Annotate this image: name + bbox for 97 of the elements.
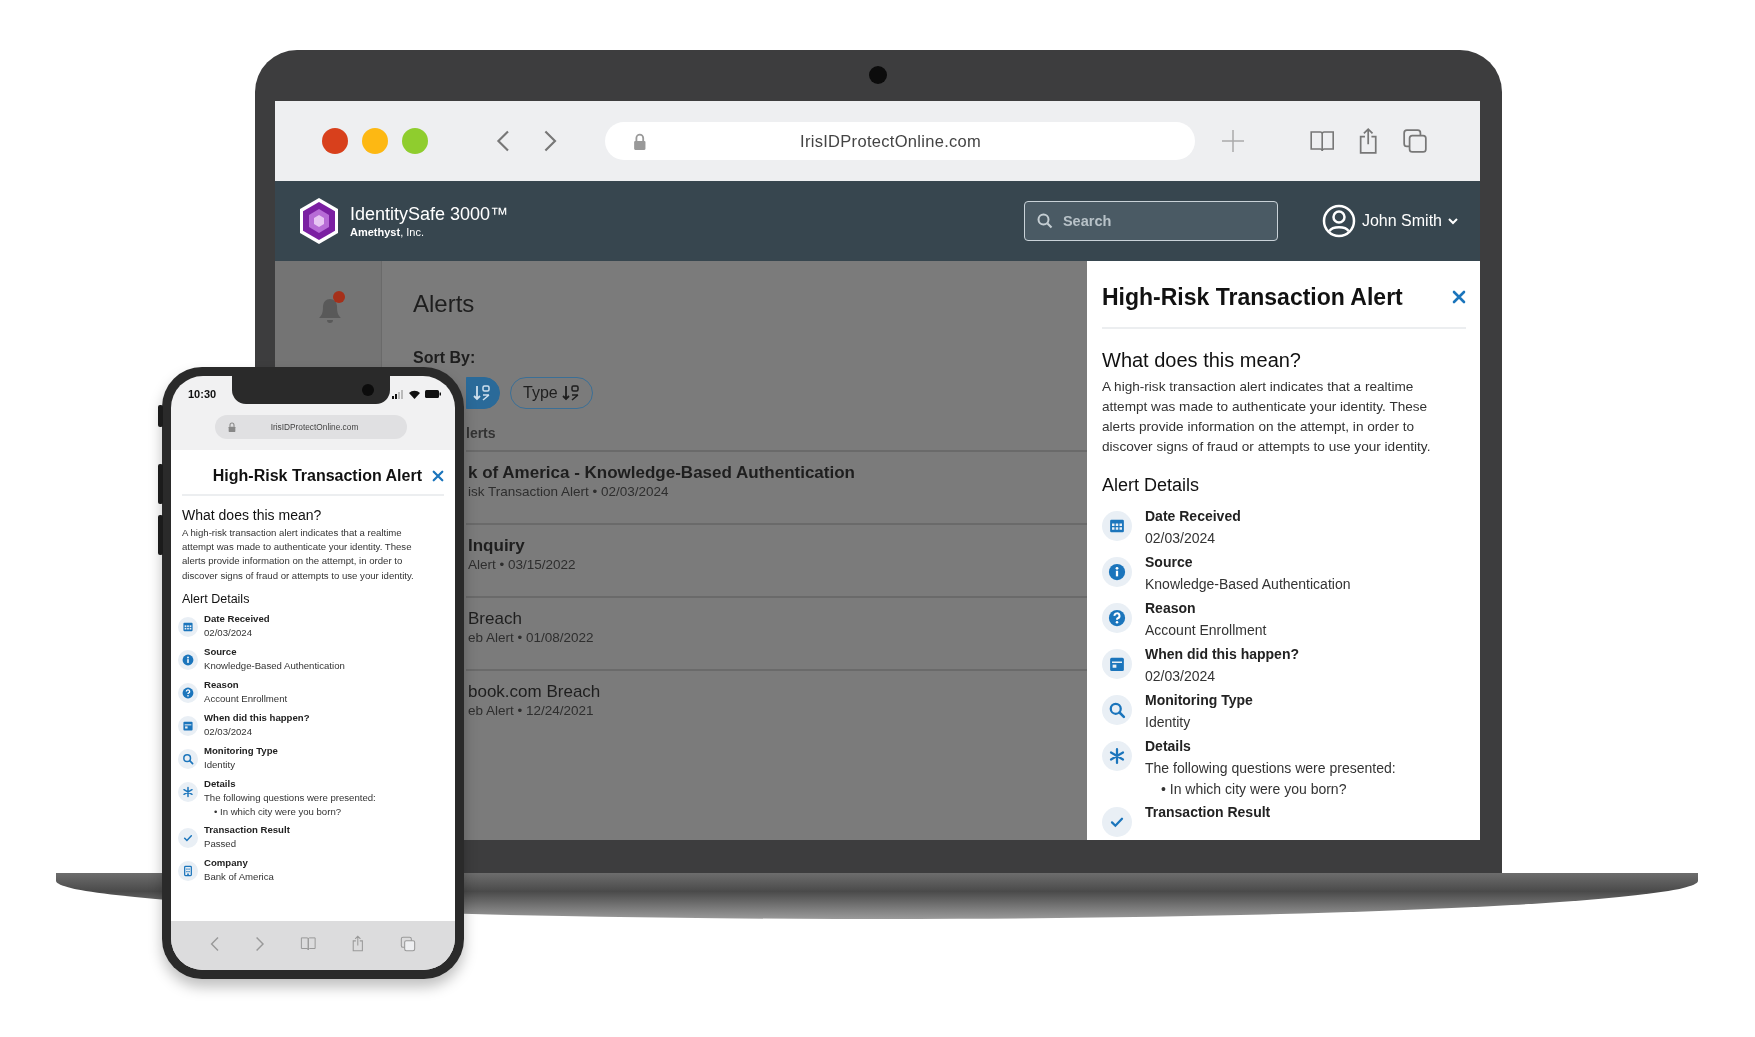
alert-subtitle: Alert • 03/15/2022 bbox=[468, 557, 577, 573]
calendar-icon bbox=[178, 616, 198, 637]
bullet-item: • In which city were you born? bbox=[213, 804, 343, 818]
address-bar[interactable]: IrisIDProtectOnline.com bbox=[604, 122, 1195, 160]
detail-label: Details bbox=[1145, 737, 1192, 756]
checkmark-icon bbox=[178, 827, 198, 848]
section-heading: What does this mean? bbox=[1102, 348, 1302, 373]
signal-icon bbox=[392, 389, 404, 399]
detail-label: Source bbox=[1145, 553, 1194, 572]
detail-value: Identity bbox=[204, 757, 236, 772]
search-icon bbox=[178, 748, 198, 769]
status-time: 10:30 bbox=[188, 388, 217, 400]
search-field[interactable]: Search bbox=[1023, 201, 1278, 241]
detail-value: 02/03/2024 bbox=[204, 625, 253, 640]
tabs-icon[interactable] bbox=[399, 935, 416, 952]
sort-button[interactable] bbox=[466, 377, 500, 409]
page-title: Alerts bbox=[413, 289, 476, 319]
search-icon bbox=[1102, 695, 1132, 725]
lock-icon bbox=[632, 132, 647, 150]
detail-value: Identity bbox=[1145, 713, 1192, 732]
description-text: A high-risk transaction alert indicates that a realtime attempt was made to authenticate your identity. These alerts provide information on the attempt, in order to discover signs of fraud or attempts to use your identity. bbox=[1102, 378, 1432, 456]
battery-icon bbox=[425, 390, 441, 398]
detail-label: Details bbox=[204, 776, 237, 790]
detail-value: Account Enrollment bbox=[1145, 621, 1267, 640]
detail-value: Passed bbox=[204, 836, 237, 851]
logo-icon bbox=[298, 197, 340, 245]
detail-label: Source bbox=[204, 644, 238, 658]
help-icon bbox=[178, 682, 198, 703]
wifi-icon bbox=[409, 389, 420, 399]
search-icon bbox=[1036, 213, 1053, 229]
close-icon[interactable] bbox=[432, 470, 444, 482]
window-close-button[interactable] bbox=[322, 128, 348, 154]
alert-title: Inquiry bbox=[468, 535, 526, 557]
building-icon bbox=[178, 860, 198, 881]
detail-label: Date Received bbox=[1145, 507, 1241, 526]
tabs-icon[interactable] bbox=[1401, 128, 1428, 154]
description-text: A high-risk transaction alert indicates that a realtime attempt was made to authenticate your identity. These alerts provide information on the attempt, in order to discover signs of fraud or attempts to use your identity. bbox=[182, 526, 415, 583]
detail-label: When did this happen? bbox=[204, 710, 310, 724]
caret-icon[interactable] bbox=[1448, 217, 1458, 225]
alert-title: book.com Breach bbox=[468, 681, 602, 703]
company-name: Amethyst, Inc. bbox=[350, 225, 425, 239]
detail-value: Knowledge-Based Authentication bbox=[1145, 575, 1351, 594]
camera-icon bbox=[362, 384, 374, 396]
detail-value: 02/03/2024 bbox=[1145, 529, 1217, 548]
info-icon bbox=[178, 649, 198, 670]
detail-value: 02/03/2024 bbox=[1145, 667, 1217, 686]
asterisk-icon bbox=[178, 781, 198, 802]
camera-icon bbox=[869, 66, 887, 84]
close-icon[interactable] bbox=[1452, 290, 1466, 304]
detail-value: The following questions were presented: bbox=[1145, 759, 1396, 778]
detail-value: 02/03/2024 bbox=[204, 724, 253, 739]
section-heading: Alert Details bbox=[182, 591, 251, 606]
user-menu-button[interactable]: John Smith bbox=[1321, 204, 1458, 238]
detail-label: Date Received bbox=[204, 611, 270, 625]
avatar-icon bbox=[1321, 204, 1356, 238]
detail-label: When did this happen? bbox=[1145, 645, 1299, 664]
back-icon[interactable] bbox=[496, 129, 511, 153]
detail-label: Monitoring Type bbox=[204, 743, 278, 757]
detail-value: The following questions were presented: bbox=[204, 790, 376, 805]
lock-icon bbox=[228, 422, 236, 432]
calendar-icon bbox=[178, 715, 198, 736]
alert-title: Breach bbox=[468, 608, 523, 630]
alert-subtitle: isk Transaction Alert • 02/03/2024 bbox=[468, 484, 670, 500]
sort-label: Sort By: bbox=[413, 348, 477, 368]
detail-label: Company bbox=[204, 855, 249, 869]
alert-subtitle: eb Alert • 01/08/2022 bbox=[468, 630, 595, 646]
section-heading: What does this mean? bbox=[182, 507, 323, 523]
alert-title: k of America - Knowledge-Based Authentication bbox=[468, 462, 856, 484]
bullet-item: • In which city were you born? bbox=[1160, 780, 1348, 799]
detail-label: Reason bbox=[204, 677, 240, 691]
checkmark-icon bbox=[1102, 807, 1132, 837]
detail-label: Transaction Result bbox=[1145, 803, 1271, 822]
asterisk-icon bbox=[1102, 741, 1132, 771]
alert-subtitle: eb Alert • 12/24/2021 bbox=[468, 703, 595, 719]
info-icon bbox=[1102, 557, 1132, 587]
detail-value: Account Enrollment bbox=[204, 691, 288, 706]
detail-label: Reason bbox=[1145, 599, 1197, 618]
forward-icon[interactable] bbox=[255, 935, 265, 952]
calendar-icon bbox=[1102, 511, 1132, 541]
sort-icon bbox=[473, 385, 491, 401]
detail-value: Bank of America bbox=[204, 869, 274, 884]
list-header: lerts bbox=[465, 424, 497, 442]
book-icon[interactable] bbox=[299, 936, 317, 951]
address-bar[interactable]: IrisIDProtectOnline.com bbox=[215, 415, 407, 439]
panel-title: High-Risk Transaction Alert bbox=[212, 467, 422, 485]
sort-icon bbox=[561, 385, 580, 401]
forward-icon[interactable] bbox=[543, 129, 558, 153]
detail-value: Knowledge-Based Authentication bbox=[204, 658, 345, 673]
section-heading: Alert Details bbox=[1102, 474, 1201, 497]
panel-title: High-Risk Transaction Alert bbox=[1102, 283, 1403, 312]
share-icon[interactable] bbox=[1357, 127, 1380, 155]
detail-label: Transaction Result bbox=[204, 822, 290, 836]
detail-label: Monitoring Type bbox=[1145, 691, 1253, 710]
calendar-icon bbox=[1102, 649, 1132, 679]
book-icon[interactable] bbox=[1308, 129, 1336, 153]
brand-name: IdentitySafe 3000™ bbox=[350, 203, 509, 225]
help-icon bbox=[1102, 603, 1132, 633]
